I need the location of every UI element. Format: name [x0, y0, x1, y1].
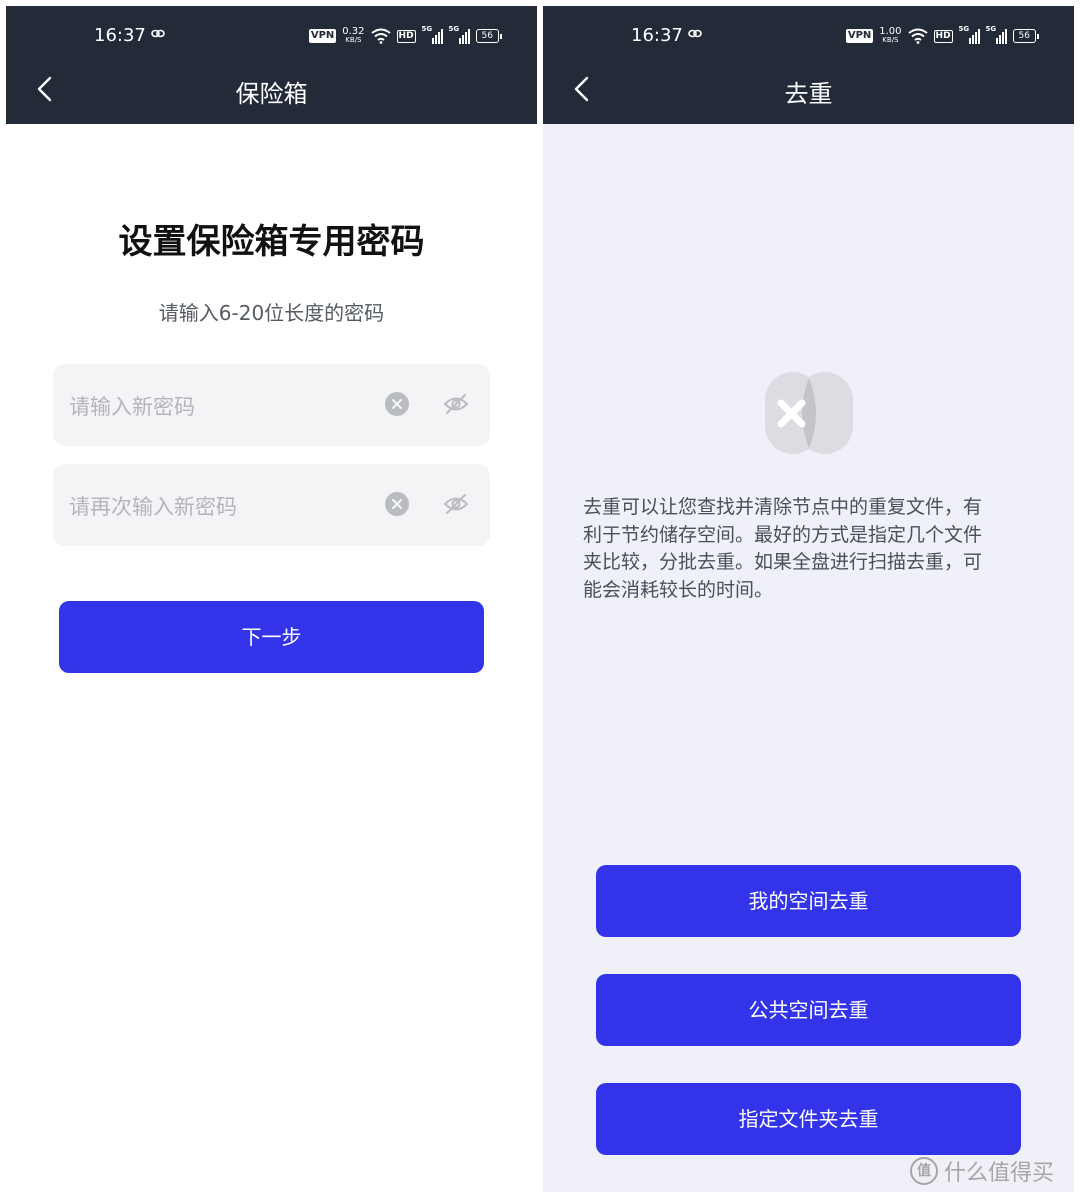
page-title: 保险箱	[235, 80, 308, 108]
signal-label: 5G	[421, 25, 433, 33]
description-line: 夹比较，分批去重。如果全盘进行扫描去重，可	[583, 551, 983, 573]
status-icons: VPN 0.32 KB/S HD 5G 5G 56	[308, 25, 503, 47]
nav-bar: 去重	[543, 64, 1074, 114]
description-line: 利于节约储存空间。最好的方式是指定几个文件	[583, 523, 983, 546]
signal-label: 5G	[958, 25, 970, 33]
net-speed-value: 1.00	[879, 26, 902, 37]
watermark-logo: 值	[910, 1157, 938, 1185]
page-title: 去重	[784, 80, 833, 108]
dedup-icon	[765, 372, 853, 454]
watermark-text: 什么值得买	[944, 1161, 1055, 1186]
battery-icon: 56	[1012, 29, 1040, 43]
signal-icon: 5G	[985, 25, 1007, 44]
next-button[interactable]: 下一步	[59, 601, 484, 673]
subtitle: 请输入6-20位长度的密码	[158, 301, 385, 325]
hd-icon: HD	[933, 29, 953, 43]
vpn-icon: VPN	[845, 29, 874, 43]
link-status-icon	[688, 29, 702, 38]
nav-bar: 保险箱	[6, 64, 537, 114]
vpn-icon: VPN	[308, 29, 337, 43]
watermark: 值 什么值得买	[910, 1156, 1054, 1186]
signal-label: 5G	[985, 25, 997, 33]
signal-icon: 5G	[421, 25, 443, 44]
description: 去重可以让您查找并清除节点中的重复文件，有 利于节约储存空间。最好的方式是指定几…	[583, 494, 1023, 604]
top-bar: 16:37 VPN 1.00 KB/S HD 5G 5G 56 去重	[543, 6, 1074, 124]
clear-icon[interactable]	[385, 492, 409, 516]
clear-icon[interactable]	[385, 392, 409, 416]
net-speed: 1.00 KB/S	[879, 27, 901, 45]
confirm-password-placeholder: 请再次输入新密码	[69, 495, 237, 519]
status-time: 16:37	[94, 25, 146, 46]
battery-icon: 56	[475, 29, 503, 43]
net-speed: 0.32 KB/S	[342, 27, 364, 45]
net-speed-unit: KB/S	[882, 36, 899, 44]
signal-icon: 5G	[448, 25, 470, 44]
vault-password-screen: 16:37 VPN 0.32 KB/S HD 5G 5G 56 保险箱 设置保险箱…	[6, 6, 537, 1192]
hd-icon: HD	[396, 29, 416, 43]
status-bar: 16:37 VPN 1.00 KB/S HD 5G 5G 56	[543, 22, 1074, 52]
dedup-screen: 16:37 VPN 1.00 KB/S HD 5G 5G 56 去重 去重可以让您…	[543, 6, 1074, 1192]
new-password-field[interactable]: 请输入新密码	[53, 364, 490, 446]
status-icons: VPN 1.00 KB/S HD 5G 5G 56	[845, 25, 1040, 47]
heading: 设置保险箱专用密码	[118, 222, 425, 262]
signal-label: 5G	[448, 25, 460, 33]
net-speed-unit: KB/S	[345, 36, 362, 44]
link-status-icon	[151, 29, 165, 38]
status-time: 16:37	[631, 25, 683, 46]
folder-dedup-button[interactable]: 指定文件夹去重	[596, 1083, 1021, 1155]
eye-off-icon[interactable]	[443, 493, 469, 515]
wifi-icon	[370, 28, 391, 44]
my-space-dedup-button[interactable]: 我的空间去重	[596, 865, 1021, 937]
description-line: 能会消耗较长的时间。	[583, 578, 774, 601]
new-password-placeholder: 请输入新密码	[69, 395, 195, 419]
confirm-password-field[interactable]: 请再次输入新密码	[53, 464, 490, 546]
description-line: 去重可以让您查找并清除节点中的重复文件，有	[583, 496, 983, 518]
wifi-icon	[907, 28, 928, 44]
signal-icon: 5G	[958, 25, 980, 44]
eye-off-icon[interactable]	[443, 393, 469, 415]
status-bar: 16:37 VPN 0.32 KB/S HD 5G 5G 56	[6, 22, 537, 52]
top-bar: 16:37 VPN 0.32 KB/S HD 5G 5G 56 保险箱	[6, 6, 537, 124]
public-space-dedup-button[interactable]: 公共空间去重	[596, 974, 1021, 1046]
net-speed-value: 0.32	[342, 26, 365, 37]
